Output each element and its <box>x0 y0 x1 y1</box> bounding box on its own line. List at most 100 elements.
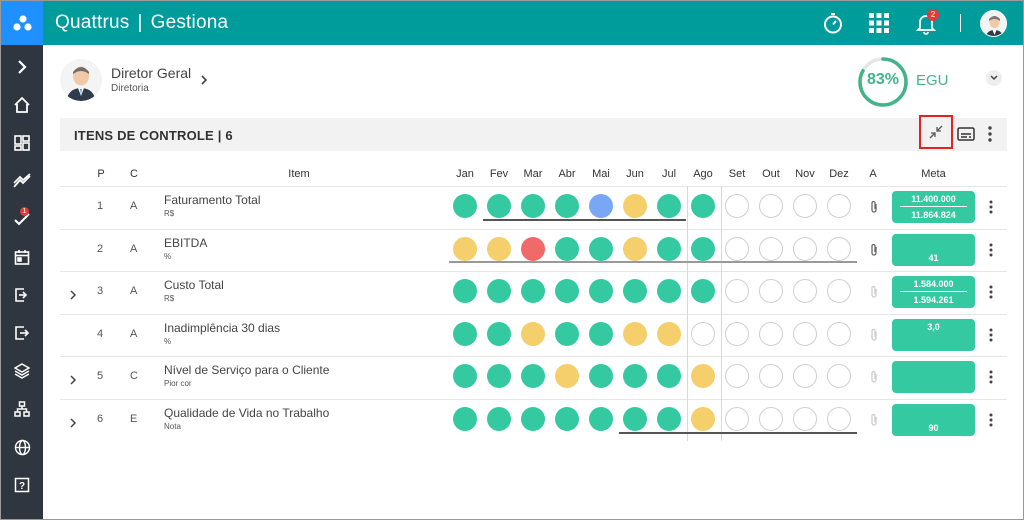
status-dot-dez[interactable] <box>827 364 851 388</box>
status-dot-mar[interactable] <box>521 321 545 346</box>
layers-icon[interactable] <box>1 352 43 390</box>
status-dot-out[interactable] <box>759 279 783 303</box>
status-dot-set[interactable] <box>725 364 749 388</box>
expand-chevron-icon[interactable] <box>1 48 43 86</box>
meta-box[interactable]: 90 <box>892 403 975 436</box>
status-dot-jul[interactable] <box>657 364 681 388</box>
status-dot-jan[interactable] <box>453 194 477 218</box>
status-dot-set[interactable] <box>725 321 749 346</box>
row-menu-icon[interactable] <box>986 284 996 300</box>
status-dot-jan[interactable] <box>453 236 477 261</box>
checklist-icon[interactable]: 1 <box>1 200 43 238</box>
dashboard-icon[interactable] <box>1 124 43 162</box>
status-dot-nov[interactable] <box>793 194 817 218</box>
attachment-icon[interactable] <box>868 328 880 342</box>
status-dot-mar[interactable] <box>521 279 545 303</box>
help-icon[interactable]: ? <box>1 466 43 504</box>
apps-grid-icon[interactable] <box>866 10 892 36</box>
attachment-icon[interactable] <box>868 200 880 214</box>
status-dot-jul[interactable] <box>657 279 681 303</box>
item-title[interactable]: Qualidade de Vida no Trabalho <box>164 406 329 420</box>
status-dot-mai[interactable] <box>589 236 613 261</box>
status-dot-jul[interactable] <box>657 194 681 218</box>
stopwatch-icon[interactable] <box>820 10 846 36</box>
attachment-icon[interactable] <box>868 413 880 427</box>
meta-box[interactable]: 41 <box>892 233 975 266</box>
status-dot-jan[interactable] <box>453 364 477 388</box>
bell-icon[interactable]: 2 <box>913 9 939 36</box>
status-dot-jun[interactable] <box>623 194 647 218</box>
table-row[interactable]: 5 C Nível de Serviço para o Cliente Pior co… <box>60 356 1007 398</box>
status-dot-dez[interactable] <box>827 236 851 261</box>
attachment-icon[interactable] <box>868 243 880 257</box>
status-dot-jul[interactable] <box>657 321 681 346</box>
table-row[interactable]: 3 A Custo Total R$ 1.584.000 1.594.261 <box>60 271 1007 313</box>
collapse-button[interactable] <box>919 115 953 149</box>
table-row[interactable]: 4 A Inadimplência 30 dias% 3,0 <box>60 313 1007 356</box>
status-dot-dez[interactable] <box>827 321 851 346</box>
status-dot-mai[interactable] <box>589 364 613 388</box>
status-dot-jun[interactable] <box>623 279 647 303</box>
item-title[interactable]: Faturamento Total <box>164 193 261 207</box>
section-menu-icon[interactable] <box>985 124 995 144</box>
status-dot-mai[interactable] <box>589 406 613 431</box>
row-menu-icon[interactable] <box>986 242 996 258</box>
meta-box[interactable]: 1.584.000 1.594.261 <box>892 276 975 308</box>
status-dot-ago[interactable] <box>691 406 715 431</box>
status-dot-mar[interactable] <box>521 236 545 261</box>
status-dot-out[interactable] <box>759 406 783 431</box>
row-menu-icon[interactable] <box>986 327 996 343</box>
status-dot-jul[interactable] <box>657 236 681 261</box>
org-chart-icon[interactable] <box>1 390 43 428</box>
status-dot-ago[interactable] <box>691 279 715 303</box>
status-dot-abr[interactable] <box>555 364 579 388</box>
status-dot-out[interactable] <box>759 364 783 388</box>
user-chevron-icon[interactable] <box>200 73 208 91</box>
status-dot-jun[interactable] <box>623 406 647 431</box>
status-dot-mai[interactable] <box>589 279 613 303</box>
meta-box[interactable]: 3,0 <box>892 318 975 351</box>
item-title[interactable]: Inadimplência 30 dias <box>164 321 280 335</box>
item-title[interactable]: Nível de Serviço para o Cliente <box>164 363 329 377</box>
status-dot-fev[interactable] <box>487 364 511 388</box>
status-dot-nov[interactable] <box>793 236 817 261</box>
status-dot-dez[interactable] <box>827 406 851 431</box>
status-dot-abr[interactable] <box>555 279 579 303</box>
row-menu-icon[interactable] <box>986 412 996 428</box>
status-dot-jan[interactable] <box>453 279 477 303</box>
status-dot-abr[interactable] <box>555 236 579 261</box>
status-dot-out[interactable] <box>759 194 783 218</box>
item-title[interactable]: Custo Total <box>164 278 224 292</box>
status-dot-fev[interactable] <box>487 194 511 218</box>
status-dot-mar[interactable] <box>521 194 545 218</box>
home-icon[interactable] <box>1 86 43 124</box>
status-dot-set[interactable] <box>725 279 749 303</box>
login-icon[interactable] <box>1 276 43 314</box>
status-dot-abr[interactable] <box>555 194 579 218</box>
row-expand-chevron-icon[interactable] <box>68 415 78 428</box>
status-dot-jun[interactable] <box>623 364 647 388</box>
status-dot-out[interactable] <box>759 236 783 261</box>
status-dot-jan[interactable] <box>453 406 477 431</box>
trend-icon[interactable] <box>1 162 43 200</box>
status-dot-set[interactable] <box>725 236 749 261</box>
status-dot-dez[interactable] <box>827 279 851 303</box>
status-dot-set[interactable] <box>725 194 749 218</box>
row-expand-chevron-icon[interactable] <box>68 287 78 300</box>
status-dot-fev[interactable] <box>487 406 511 431</box>
status-dot-ago[interactable] <box>691 194 715 218</box>
status-dot-mai[interactable] <box>589 321 613 346</box>
profile-avatar[interactable] <box>60 59 102 101</box>
status-dot-abr[interactable] <box>555 406 579 431</box>
status-dot-fev[interactable] <box>487 236 511 261</box>
table-row[interactable]: 6 E Qualidade de Vida no Trabalho Nota 90 <box>60 398 1007 441</box>
subtitles-icon[interactable] <box>956 124 976 144</box>
status-dot-fev[interactable] <box>487 279 511 303</box>
logo-icon[interactable] <box>1 1 43 45</box>
table-row[interactable]: 1 A Faturamento Total R$ 11.400.000 11.864.82… <box>60 186 1007 228</box>
status-dot-fev[interactable] <box>487 321 511 346</box>
attachment-icon[interactable] <box>868 285 880 299</box>
meta-box[interactable] <box>892 361 975 393</box>
status-dot-set[interactable] <box>725 406 749 431</box>
status-dot-jan[interactable] <box>453 321 477 346</box>
